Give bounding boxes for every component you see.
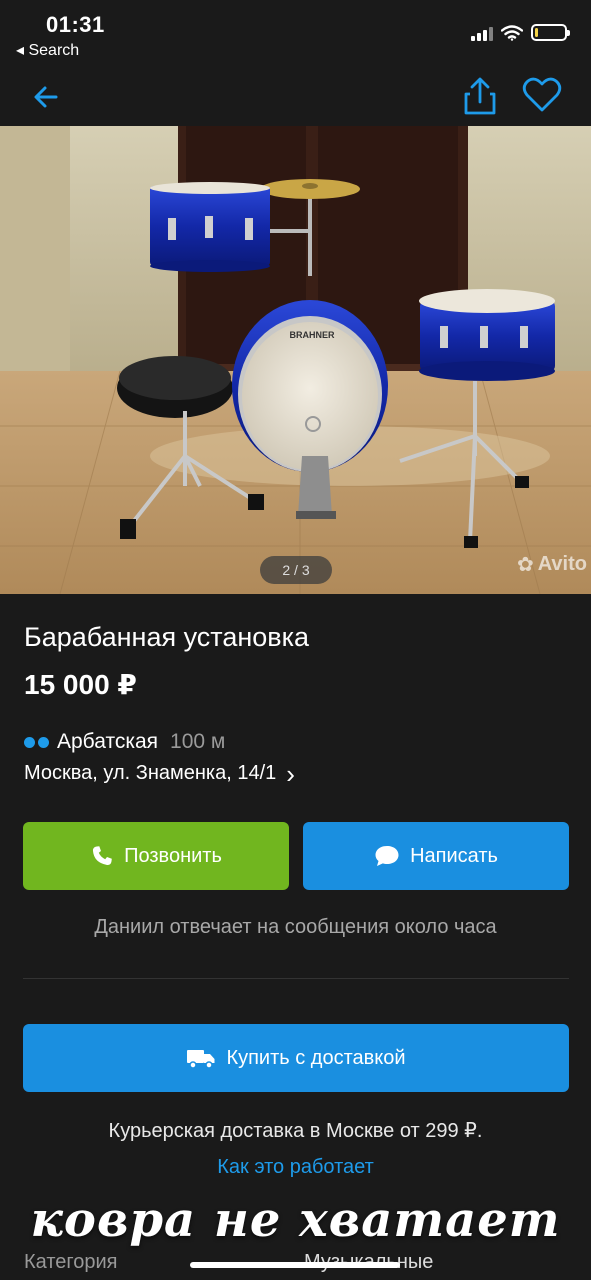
buy-button-label: Купить с доставкой (226, 1046, 406, 1069)
share-icon[interactable] (462, 76, 498, 116)
drum-kit-image: BRAHNER (0, 126, 591, 594)
photo-counter: 2 / 3 (260, 556, 332, 584)
status-bar: 01:31 ◂ Search (0, 0, 591, 68)
buy-with-delivery-button[interactable]: Купить с доставкой (23, 1024, 569, 1092)
call-button[interactable]: Позвонить (23, 822, 289, 890)
status-icons (471, 24, 570, 41)
wifi-icon (501, 24, 523, 41)
delivery-note: Курьерская доставка в Москве от 299 ₽. (108, 1120, 483, 1142)
signal-icon (471, 25, 493, 41)
avito-watermark: ✿ Avito (517, 552, 587, 577)
metro-info: Арбатская 100 м (24, 730, 225, 754)
write-button-label: Написать (410, 844, 498, 867)
listing-photo[interactable]: BRAHNER 2 / 3 ✿ Avito (0, 126, 591, 594)
listing-price: 15 000 ₽ (24, 669, 137, 700)
write-button[interactable]: Написать (303, 822, 569, 890)
metro-line-icon (24, 736, 49, 748)
metro-station: Арбатская (57, 730, 159, 753)
paw-icon: ✿ (516, 554, 534, 576)
home-indicator[interactable] (190, 1262, 400, 1268)
metro-distance: 100 м (170, 730, 226, 753)
how-it-works-link[interactable]: Как это работает (0, 1156, 591, 1179)
call-button-label: Позвонить (124, 844, 222, 867)
chat-bubble-icon (375, 846, 399, 866)
arrow-left-icon[interactable] (30, 80, 64, 114)
back-to-search-link[interactable]: ◂ Search (16, 40, 79, 60)
chevron-right-icon: › (286, 758, 295, 789)
heart-icon[interactable] (522, 77, 562, 113)
watermark-text: Avito (537, 553, 587, 575)
status-time: 01:31 (46, 12, 105, 37)
phone-icon (93, 846, 112, 866)
seller-reply-note: Даниил отвечает на сообщения около часа (94, 916, 497, 938)
story-caption: ковра не хватает (30, 1192, 561, 1248)
battery-icon (531, 24, 570, 41)
category-label: Категория (24, 1251, 118, 1273)
truck-icon (187, 1050, 215, 1069)
divider (23, 978, 569, 979)
address-link[interactable]: Москва, ул. Знаменка, 14/1 › (24, 758, 295, 789)
navbar (0, 68, 591, 126)
svg-text:BRAHNER: BRAHNER (290, 330, 336, 340)
listing-title: Барабанная установка (24, 622, 310, 652)
address-text: Москва, ул. Знаменка, 14/1 (24, 762, 277, 784)
